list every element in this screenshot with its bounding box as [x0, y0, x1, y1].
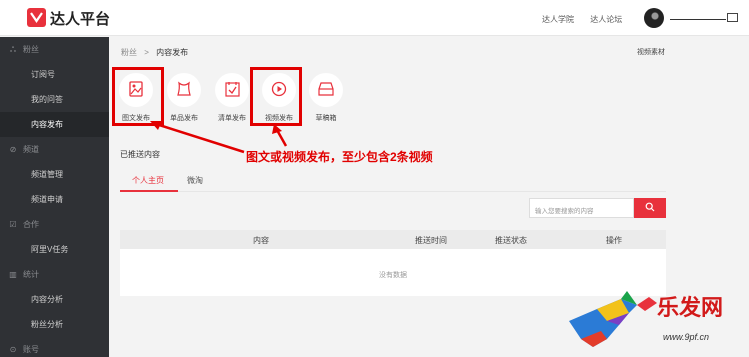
arrow-to-image-text: [155, 122, 245, 154]
arrowhead-video: [272, 124, 282, 134]
watermark-logo: [569, 291, 657, 347]
annotation-text: 图文或视频发布，至少包含2条视频: [246, 150, 433, 164]
arrow-to-video: [275, 129, 288, 147]
watermark-brand: 乐发网: [657, 295, 724, 321]
watermark-url: www.9pf.cn: [663, 332, 710, 342]
